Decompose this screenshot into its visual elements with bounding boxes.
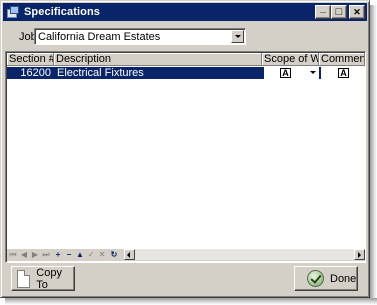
first-record-icon[interactable]: ⏮	[9, 249, 17, 260]
title-bar[interactable]: Specifications _ □ ✕	[3, 3, 367, 21]
scroll-right-button[interactable]	[354, 249, 365, 260]
checkmark-icon	[307, 270, 324, 287]
window-title: Specifications	[24, 6, 100, 18]
comments-text-icon[interactable]: A	[338, 68, 349, 78]
app-icon	[6, 5, 20, 19]
close-icon: ✕	[353, 6, 361, 17]
maximize-button[interactable]: □	[331, 5, 347, 19]
scope-of-work-cell[interactable]: A	[264, 67, 319, 79]
document-icon	[17, 269, 31, 288]
arrow-left-icon	[127, 252, 130, 258]
column-header-comments[interactable]: Comments	[319, 53, 365, 66]
table-row[interactable]: 16200 Electrical Fixtures A A	[7, 67, 365, 79]
copy-to-button[interactable]: Copy To	[11, 266, 75, 291]
edit-record-icon[interactable]: ▲	[76, 249, 84, 260]
copy-to-label: Copy To	[36, 266, 62, 291]
comments-cell[interactable]: A	[321, 67, 365, 79]
column-header-scope-of-work[interactable]: Scope of Work	[262, 53, 319, 66]
description-cell[interactable]: Electrical Fixtures	[56, 67, 262, 79]
specifications-window: Specifications _ □ ✕ Job: California Dre…	[0, 0, 370, 298]
job-value: California Dream Estates	[38, 31, 161, 43]
prior-record-icon[interactable]: ◀	[20, 249, 28, 260]
minimize-button[interactable]: _	[315, 3, 331, 19]
next-record-icon[interactable]: ▶	[31, 249, 39, 260]
column-header-section[interactable]: Section #	[7, 53, 54, 66]
chevron-down-icon	[235, 35, 241, 38]
job-select[interactable]: California Dream Estates	[34, 28, 246, 45]
minimize-icon: _	[320, 3, 326, 14]
last-record-icon[interactable]: ⏭	[42, 249, 50, 260]
scroll-left-button[interactable]	[124, 249, 135, 260]
section-cell[interactable]: 16200	[7, 67, 54, 79]
done-label: Done	[330, 272, 357, 285]
cancel-record-icon[interactable]: ✕	[98, 249, 106, 260]
window-shadow	[5, 298, 377, 305]
arrow-right-icon	[358, 252, 361, 258]
window-shadow	[370, 5, 377, 305]
job-dropdown-button[interactable]	[231, 30, 244, 43]
delete-record-icon[interactable]: −	[65, 249, 73, 260]
chevron-down-icon[interactable]	[310, 71, 316, 74]
record-navigator: ⏮ ◀ ▶ ⏭ + − ▲ ✓ ✕ ↻	[7, 249, 365, 261]
close-button[interactable]: ✕	[349, 5, 365, 19]
post-record-icon[interactable]: ✓	[87, 249, 95, 260]
refresh-icon[interactable]: ↻	[110, 249, 118, 260]
done-button[interactable]: Done	[294, 266, 358, 291]
scope-text-icon[interactable]: A	[280, 68, 291, 78]
maximize-icon: □	[335, 5, 343, 18]
horizontal-scrollbar[interactable]	[124, 249, 365, 260]
specifications-grid[interactable]: Section # Description Scope of Work Comm…	[5, 51, 366, 263]
insert-record-icon[interactable]: +	[54, 249, 62, 260]
column-header-description[interactable]: Description	[54, 53, 262, 66]
